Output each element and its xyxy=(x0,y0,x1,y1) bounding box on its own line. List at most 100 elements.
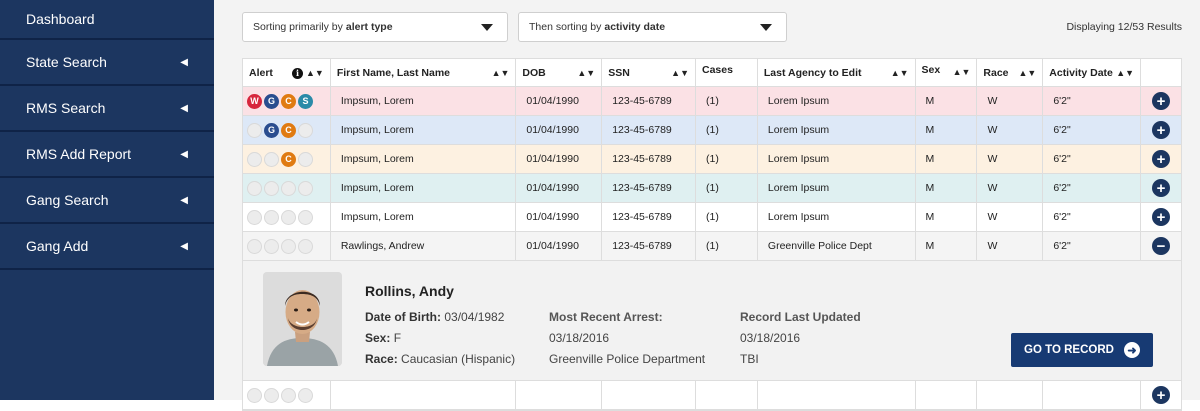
table-row[interactable]: Impsum, Lorem 01/04/1990 123-45-6789 (1) Lor… xyxy=(243,203,1181,232)
header-agency-label: Last Agency to Edit xyxy=(763,66,862,79)
chevron-down-icon xyxy=(481,24,493,31)
expand-plus-icon[interactable]: + xyxy=(1152,121,1171,139)
alert-badge-empty xyxy=(247,180,262,196)
alert-badge-empty xyxy=(264,180,279,196)
name-cell: Impsum, Lorem xyxy=(331,87,517,115)
row-action-cell: + xyxy=(1141,116,1181,144)
sort-icon[interactable]: ▲▼ xyxy=(1018,68,1036,78)
table-row[interactable]: Rawlings, Andrew 01/04/1990 123-45-6789 (1)… xyxy=(243,232,1181,261)
nav-gang-search[interactable]: Gang Search ◀ xyxy=(0,178,214,224)
detail-name: Rollins, Andy xyxy=(365,283,454,299)
header-activity-date[interactable]: Activity Date ▲▼ xyxy=(1043,59,1142,86)
table-row[interactable]: G C Impsum, Lorem 01/04/1990 123-45-6789 (1) L… xyxy=(243,116,1181,145)
header-agency[interactable]: Last Agency to Edit ▲▼ xyxy=(758,59,916,86)
caret-left-icon: ◀ xyxy=(180,194,188,206)
alert-badge-empty xyxy=(298,180,313,196)
primary-sort-select[interactable]: Sorting primarily by alert type xyxy=(242,12,508,42)
nav-gang-add[interactable]: Gang Add ◀ xyxy=(0,224,214,270)
updated-by: TBI xyxy=(740,352,759,366)
sort-icon[interactable]: ▲▼ xyxy=(671,68,689,78)
primary-sort-prefix: Sorting primarily by xyxy=(253,21,343,33)
header-sex[interactable]: Sex ▲▼ xyxy=(916,59,978,86)
nav-dashboard[interactable]: Dashboard xyxy=(0,0,214,40)
agency-cell: Lorem Ipsum xyxy=(758,174,916,202)
table-row[interactable]: W G C S Impsum, Lorem 01/04/1990 123-45-6789 (1… xyxy=(243,87,1181,116)
alert-cell xyxy=(243,232,331,260)
sort-icon[interactable]: ▲▼ xyxy=(1116,68,1134,78)
arrest-date: 03/18/2016 xyxy=(549,331,610,345)
header-cases[interactable]: Cases xyxy=(696,59,758,86)
go-to-record-button[interactable]: GO TO RECORD ➜ xyxy=(1011,333,1153,367)
dob-cell: 01/04/1990 xyxy=(516,116,603,144)
race-cell: W xyxy=(977,116,1044,144)
activity-date-cell: 6'2" xyxy=(1043,87,1142,115)
nav-rms-add-report-label: RMS Add Report xyxy=(26,146,132,162)
alert-badge-empty xyxy=(247,238,262,254)
sidebar: Dashboard State Search ◀ RMS Search ◀ RMS … xyxy=(0,0,214,400)
row-action-cell: + xyxy=(1141,174,1181,202)
cases-cell: (1) xyxy=(696,232,758,260)
ssn-cell: 123-45-6789 xyxy=(602,232,697,260)
secondary-sort-select[interactable]: Then sorting by activity date xyxy=(518,12,787,42)
alert-badge-empty xyxy=(281,387,296,403)
expand-plus-icon[interactable]: + xyxy=(1152,179,1171,197)
alert-badge-empty xyxy=(247,122,262,138)
table-row[interactable]: Impsum, Lorem 01/04/1990 123-45-6789 (1) Lor… xyxy=(243,174,1181,203)
alert-badge-empty xyxy=(298,122,313,138)
alert-cell: C xyxy=(243,145,331,173)
info-icon[interactable]: i xyxy=(291,67,303,79)
sex-cell xyxy=(916,381,978,409)
header-cases-label: Cases xyxy=(702,64,733,76)
expand-plus-icon[interactable]: + xyxy=(1152,208,1171,226)
header-dob[interactable]: DOB ▲▼ xyxy=(516,59,603,86)
arrow-right-icon: ➜ xyxy=(1123,342,1140,358)
nav-rms-search[interactable]: RMS Search ◀ xyxy=(0,86,214,132)
name-cell: Impsum, Lorem xyxy=(331,203,517,231)
nav-state-search[interactable]: State Search ◀ xyxy=(0,40,214,86)
expand-plus-icon[interactable]: + xyxy=(1152,150,1171,168)
alert-badge-empty xyxy=(281,180,296,196)
activity-date-cell: 6'2" xyxy=(1043,174,1142,202)
sort-icon[interactable]: ▲▼ xyxy=(577,68,595,78)
name-cell: Impsum, Lorem xyxy=(331,145,517,173)
table-row[interactable]: C Impsum, Lorem 01/04/1990 123-45-6789 (1) Lo… xyxy=(243,145,1181,174)
table-row[interactable]: + xyxy=(243,381,1181,410)
go-to-record-label: GO TO RECORD xyxy=(1024,344,1114,356)
agency-cell xyxy=(758,381,916,409)
header-actions xyxy=(1141,59,1181,86)
header-name[interactable]: First Name, Last Name ▲▼ xyxy=(331,59,517,86)
sex-value: F xyxy=(393,331,402,345)
alert-badge-g: G xyxy=(264,122,279,138)
detail-demographics: Date of Birth: 03/04/1982 Sex: F Race: C… xyxy=(365,307,515,370)
primary-sort-value: alert type xyxy=(345,21,393,33)
header-alert[interactable]: Alert i ▲▼ xyxy=(243,59,331,86)
dob-cell: 01/04/1990 xyxy=(516,232,603,260)
alert-badge-empty xyxy=(298,238,313,254)
expand-plus-icon[interactable]: + xyxy=(1152,386,1171,404)
header-alert-label: Alert xyxy=(249,66,273,79)
arrest-label: Most Recent Arrest: xyxy=(549,310,663,324)
header-ssn[interactable]: SSN ▲▼ xyxy=(602,59,696,86)
sort-icon[interactable]: ▲▼ xyxy=(306,68,324,78)
name-cell: Impsum, Lorem xyxy=(331,174,517,202)
nav-state-search-label: State Search xyxy=(26,54,107,70)
nav-rms-add-report[interactable]: RMS Add Report ◀ xyxy=(0,132,214,178)
sort-icon[interactable]: ▲▼ xyxy=(953,67,971,77)
expand-plus-icon[interactable]: + xyxy=(1152,92,1171,110)
alert-badge-empty xyxy=(298,151,313,167)
agency-cell: Greenville Police Dept xyxy=(758,232,916,260)
header-race[interactable]: Race ▲▼ xyxy=(977,59,1044,86)
sort-icon[interactable]: ▲▼ xyxy=(891,68,909,78)
alert-badge-empty xyxy=(298,209,313,225)
alert-badge-empty xyxy=(264,387,279,403)
collapse-minus-icon[interactable]: − xyxy=(1152,237,1171,255)
sort-icon[interactable]: ▲▼ xyxy=(492,68,510,78)
alert-badge-empty xyxy=(247,209,262,225)
ssn-cell xyxy=(602,381,697,409)
header-dob-label: DOB xyxy=(522,66,546,79)
activity-date-cell: 6'2" xyxy=(1043,203,1142,231)
race-label: Race: xyxy=(365,352,398,366)
nav-gang-add-label: Gang Add xyxy=(26,238,89,254)
ssn-cell: 123-45-6789 xyxy=(602,203,697,231)
alert-badge-s: S xyxy=(298,93,313,109)
